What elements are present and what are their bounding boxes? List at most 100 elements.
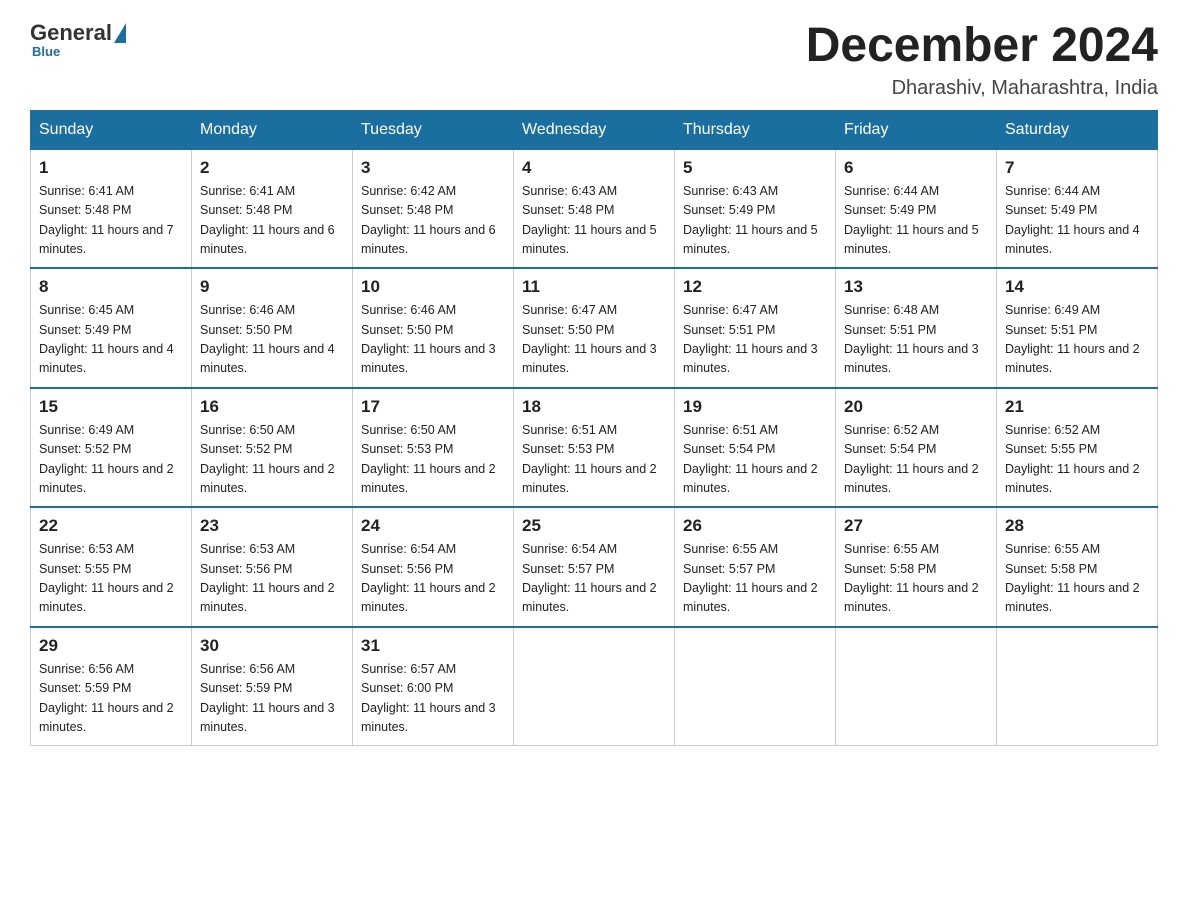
logo: General Blue <box>30 20 128 59</box>
table-row <box>514 627 675 746</box>
table-row: 9 Sunrise: 6:46 AMSunset: 5:50 PMDayligh… <box>192 268 353 388</box>
day-info: Sunrise: 6:47 AMSunset: 5:50 PMDaylight:… <box>522 303 657 375</box>
day-info: Sunrise: 6:41 AMSunset: 5:48 PMDaylight:… <box>39 184 174 256</box>
day-number: 2 <box>200 158 344 178</box>
day-number: 6 <box>844 158 988 178</box>
day-info: Sunrise: 6:56 AMSunset: 5:59 PMDaylight:… <box>39 662 174 734</box>
day-info: Sunrise: 6:55 AMSunset: 5:57 PMDaylight:… <box>683 542 818 614</box>
calendar-week-row: 22 Sunrise: 6:53 AMSunset: 5:55 PMDaylig… <box>31 507 1158 627</box>
day-number: 3 <box>361 158 505 178</box>
day-info: Sunrise: 6:47 AMSunset: 5:51 PMDaylight:… <box>683 303 818 375</box>
table-row <box>675 627 836 746</box>
calendar-week-row: 8 Sunrise: 6:45 AMSunset: 5:49 PMDayligh… <box>31 268 1158 388</box>
day-info: Sunrise: 6:43 AMSunset: 5:49 PMDaylight:… <box>683 184 818 256</box>
table-row: 25 Sunrise: 6:54 AMSunset: 5:57 PMDaylig… <box>514 507 675 627</box>
day-number: 14 <box>1005 277 1149 297</box>
day-number: 25 <box>522 516 666 536</box>
table-row: 13 Sunrise: 6:48 AMSunset: 5:51 PMDaylig… <box>836 268 997 388</box>
table-row: 4 Sunrise: 6:43 AMSunset: 5:48 PMDayligh… <box>514 149 675 268</box>
table-row: 21 Sunrise: 6:52 AMSunset: 5:55 PMDaylig… <box>997 388 1158 508</box>
table-row: 20 Sunrise: 6:52 AMSunset: 5:54 PMDaylig… <box>836 388 997 508</box>
table-row: 29 Sunrise: 6:56 AMSunset: 5:59 PMDaylig… <box>31 627 192 746</box>
location-subtitle: Dharashiv, Maharashtra, India <box>806 77 1158 100</box>
logo-triangle-icon <box>114 23 126 43</box>
table-row: 16 Sunrise: 6:50 AMSunset: 5:52 PMDaylig… <box>192 388 353 508</box>
day-number: 16 <box>200 397 344 417</box>
table-row: 22 Sunrise: 6:53 AMSunset: 5:55 PMDaylig… <box>31 507 192 627</box>
table-row: 8 Sunrise: 6:45 AMSunset: 5:49 PMDayligh… <box>31 268 192 388</box>
day-info: Sunrise: 6:41 AMSunset: 5:48 PMDaylight:… <box>200 184 335 256</box>
day-info: Sunrise: 6:56 AMSunset: 5:59 PMDaylight:… <box>200 662 335 734</box>
calendar-header-row: Sunday Monday Tuesday Wednesday Thursday… <box>31 110 1158 149</box>
day-number: 18 <box>522 397 666 417</box>
calendar-table: Sunday Monday Tuesday Wednesday Thursday… <box>30 110 1158 747</box>
table-row: 24 Sunrise: 6:54 AMSunset: 5:56 PMDaylig… <box>353 507 514 627</box>
page-header: General Blue December 2024 Dharashiv, Ma… <box>30 20 1158 100</box>
table-row: 3 Sunrise: 6:42 AMSunset: 5:48 PMDayligh… <box>353 149 514 268</box>
table-row <box>997 627 1158 746</box>
day-number: 28 <box>1005 516 1149 536</box>
day-number: 5 <box>683 158 827 178</box>
day-number: 12 <box>683 277 827 297</box>
day-info: Sunrise: 6:48 AMSunset: 5:51 PMDaylight:… <box>844 303 979 375</box>
table-row: 2 Sunrise: 6:41 AMSunset: 5:48 PMDayligh… <box>192 149 353 268</box>
table-row: 17 Sunrise: 6:50 AMSunset: 5:53 PMDaylig… <box>353 388 514 508</box>
day-info: Sunrise: 6:44 AMSunset: 5:49 PMDaylight:… <box>1005 184 1140 256</box>
day-number: 30 <box>200 636 344 656</box>
table-row: 5 Sunrise: 6:43 AMSunset: 5:49 PMDayligh… <box>675 149 836 268</box>
day-number: 21 <box>1005 397 1149 417</box>
day-number: 4 <box>522 158 666 178</box>
day-number: 27 <box>844 516 988 536</box>
table-row: 26 Sunrise: 6:55 AMSunset: 5:57 PMDaylig… <box>675 507 836 627</box>
col-tuesday: Tuesday <box>353 110 514 149</box>
day-info: Sunrise: 6:46 AMSunset: 5:50 PMDaylight:… <box>361 303 496 375</box>
table-row: 19 Sunrise: 6:51 AMSunset: 5:54 PMDaylig… <box>675 388 836 508</box>
day-info: Sunrise: 6:57 AMSunset: 6:00 PMDaylight:… <box>361 662 496 734</box>
day-number: 7 <box>1005 158 1149 178</box>
day-info: Sunrise: 6:49 AMSunset: 5:52 PMDaylight:… <box>39 423 174 495</box>
col-saturday: Saturday <box>997 110 1158 149</box>
day-number: 17 <box>361 397 505 417</box>
table-row: 30 Sunrise: 6:56 AMSunset: 5:59 PMDaylig… <box>192 627 353 746</box>
table-row: 1 Sunrise: 6:41 AMSunset: 5:48 PMDayligh… <box>31 149 192 268</box>
day-number: 15 <box>39 397 183 417</box>
day-number: 8 <box>39 277 183 297</box>
day-info: Sunrise: 6:44 AMSunset: 5:49 PMDaylight:… <box>844 184 979 256</box>
day-info: Sunrise: 6:42 AMSunset: 5:48 PMDaylight:… <box>361 184 496 256</box>
calendar-week-row: 29 Sunrise: 6:56 AMSunset: 5:59 PMDaylig… <box>31 627 1158 746</box>
table-row: 23 Sunrise: 6:53 AMSunset: 5:56 PMDaylig… <box>192 507 353 627</box>
table-row: 7 Sunrise: 6:44 AMSunset: 5:49 PMDayligh… <box>997 149 1158 268</box>
day-info: Sunrise: 6:52 AMSunset: 5:55 PMDaylight:… <box>1005 423 1140 495</box>
col-thursday: Thursday <box>675 110 836 149</box>
day-number: 19 <box>683 397 827 417</box>
day-info: Sunrise: 6:49 AMSunset: 5:51 PMDaylight:… <box>1005 303 1140 375</box>
day-number: 10 <box>361 277 505 297</box>
logo-general-text: General <box>30 20 112 46</box>
table-row: 14 Sunrise: 6:49 AMSunset: 5:51 PMDaylig… <box>997 268 1158 388</box>
day-number: 24 <box>361 516 505 536</box>
day-number: 23 <box>200 516 344 536</box>
col-wednesday: Wednesday <box>514 110 675 149</box>
table-row: 12 Sunrise: 6:47 AMSunset: 5:51 PMDaylig… <box>675 268 836 388</box>
day-number: 9 <box>200 277 344 297</box>
title-area: December 2024 Dharashiv, Maharashtra, In… <box>806 20 1158 100</box>
day-info: Sunrise: 6:51 AMSunset: 5:54 PMDaylight:… <box>683 423 818 495</box>
day-number: 13 <box>844 277 988 297</box>
table-row: 31 Sunrise: 6:57 AMSunset: 6:00 PMDaylig… <box>353 627 514 746</box>
day-info: Sunrise: 6:50 AMSunset: 5:53 PMDaylight:… <box>361 423 496 495</box>
calendar-week-row: 1 Sunrise: 6:41 AMSunset: 5:48 PMDayligh… <box>31 149 1158 268</box>
day-info: Sunrise: 6:51 AMSunset: 5:53 PMDaylight:… <box>522 423 657 495</box>
col-sunday: Sunday <box>31 110 192 149</box>
day-info: Sunrise: 6:55 AMSunset: 5:58 PMDaylight:… <box>844 542 979 614</box>
month-title: December 2024 <box>806 20 1158 73</box>
day-info: Sunrise: 6:54 AMSunset: 5:56 PMDaylight:… <box>361 542 496 614</box>
day-number: 29 <box>39 636 183 656</box>
table-row: 28 Sunrise: 6:55 AMSunset: 5:58 PMDaylig… <box>997 507 1158 627</box>
day-info: Sunrise: 6:55 AMSunset: 5:58 PMDaylight:… <box>1005 542 1140 614</box>
col-monday: Monday <box>192 110 353 149</box>
day-info: Sunrise: 6:45 AMSunset: 5:49 PMDaylight:… <box>39 303 174 375</box>
table-row: 11 Sunrise: 6:47 AMSunset: 5:50 PMDaylig… <box>514 268 675 388</box>
day-number: 22 <box>39 516 183 536</box>
day-info: Sunrise: 6:53 AMSunset: 5:56 PMDaylight:… <box>200 542 335 614</box>
day-info: Sunrise: 6:52 AMSunset: 5:54 PMDaylight:… <box>844 423 979 495</box>
